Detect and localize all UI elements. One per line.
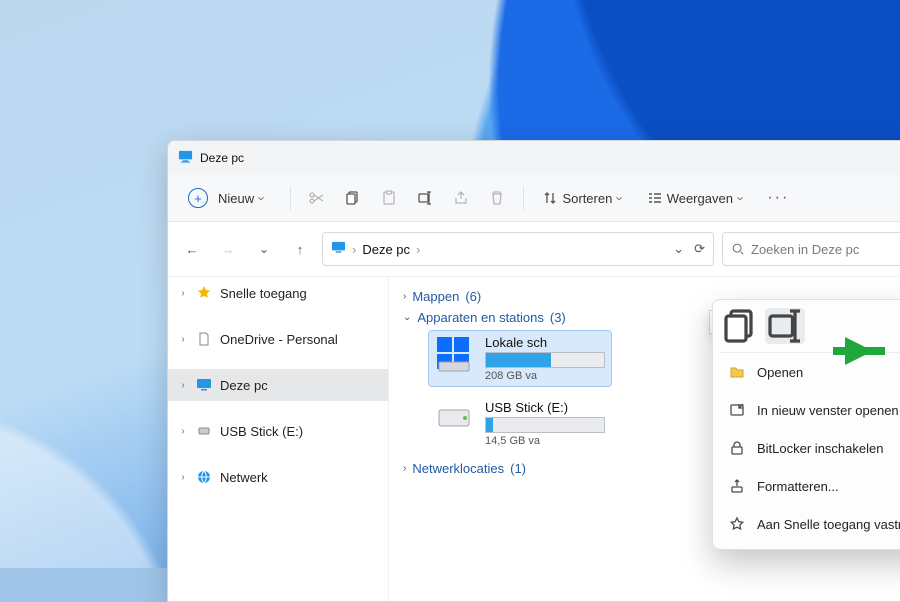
search-input[interactable]: Zoeken in Deze pc [722, 232, 900, 266]
navigation-pane: › Snelle toegang › OneDrive - Personal ›… [168, 277, 389, 601]
sidebar-item-this-pc[interactable]: › Deze pc [168, 369, 388, 401]
sort-button[interactable]: Sorteren [534, 181, 634, 215]
view-label: Weergaven [667, 191, 744, 206]
cut-button[interactable] [301, 181, 333, 215]
rename-icon [765, 306, 805, 346]
usb-drive-icon [435, 400, 473, 438]
this-pc-icon [196, 377, 212, 393]
share-button[interactable] [445, 181, 477, 215]
star-outline-icon [729, 516, 745, 532]
plus-circle-icon: + [188, 188, 208, 208]
sort-icon [542, 190, 558, 206]
command-bar: + Nieuw Sorteren Weergaven ··· [168, 175, 900, 222]
title-bar[interactable]: Deze pc [168, 141, 900, 175]
sidebar-item-usb[interactable]: › USB Stick (E:) [168, 415, 388, 447]
rename-icon [417, 190, 433, 206]
clipboard-icon [381, 190, 397, 206]
search-icon [731, 242, 745, 256]
new-label: Nieuw [218, 191, 264, 206]
drive-subtext: 208 GB va [485, 370, 605, 382]
sidebar-item-label: Deze pc [220, 378, 268, 393]
sidebar-item-label: OneDrive - Personal [220, 332, 338, 347]
chevron-right-icon: › [178, 426, 188, 437]
refresh-icon[interactable]: ⟳ [694, 241, 705, 257]
ctx-new-window[interactable]: In nieuw venster openen [719, 391, 900, 429]
search-placeholder: Zoeken in Deze pc [751, 242, 859, 257]
star-icon [196, 285, 212, 301]
address-bar-row: ← → ⌄ ↑ › Deze pc › ⌄ ⟳ Zoeken in Deze p… [168, 222, 900, 277]
rename-button[interactable] [409, 181, 441, 215]
sidebar-item-quick-access[interactable]: › Snelle toegang [168, 277, 388, 309]
paste-button[interactable] [373, 181, 405, 215]
more-button[interactable]: ··· [759, 181, 797, 215]
chevron-right-icon: › [178, 288, 188, 299]
ctx-copy-button[interactable] [721, 308, 761, 344]
drive-c[interactable]: Lokale sch 208 GB va [429, 331, 611, 386]
new-window-icon [729, 402, 745, 418]
chevron-down-icon[interactable]: ⌄ [673, 241, 684, 257]
separator [290, 186, 291, 210]
address-bar[interactable]: › Deze pc › ⌄ ⟳ [322, 232, 714, 266]
ctx-format[interactable]: Formatteren... [719, 467, 900, 505]
explorer-body: › Snelle toegang › OneDrive - Personal ›… [168, 277, 900, 601]
sidebar-item-label: Netwerk [220, 470, 268, 485]
chevron-right-icon: › [352, 242, 356, 257]
usb-icon [196, 423, 212, 439]
annotation-arrow [815, 337, 885, 365]
ctx-rename-button[interactable] [765, 308, 805, 344]
up-button[interactable]: ↑ [286, 235, 314, 263]
this-pc-icon [178, 149, 193, 167]
breadcrumb-root[interactable]: Deze pc [362, 242, 410, 257]
folder-open-icon [729, 364, 745, 380]
copy-button[interactable] [337, 181, 369, 215]
drive-name: Lokale sch [485, 335, 605, 350]
chevron-right-icon: › [416, 242, 420, 257]
lock-icon [729, 440, 745, 456]
chevron-right-icon: › [403, 463, 406, 474]
sidebar-item-onedrive[interactable]: › OneDrive - Personal [168, 323, 388, 355]
network-icon [196, 469, 212, 485]
capacity-bar [485, 352, 605, 368]
chevron-right-icon: › [178, 472, 188, 483]
format-icon [729, 478, 745, 494]
ctx-pin[interactable]: Aan Snelle toegang vastmaken [719, 505, 900, 543]
scissors-icon [309, 190, 325, 206]
drive-name: USB Stick (E:) [485, 400, 605, 415]
explorer-window: Deze pc + Nieuw Sorteren Weergaven ··· ←… [167, 140, 900, 602]
content-pane: › Mappen (6) ⌄ Apparaten en stations (3) [389, 277, 900, 601]
ctx-bitlocker[interactable]: BitLocker inschakelen [719, 429, 900, 467]
back-button[interactable]: ← [178, 235, 206, 263]
chevron-right-icon: › [178, 380, 188, 391]
new-button[interactable]: + Nieuw [176, 181, 280, 215]
forward-button[interactable]: → [214, 235, 242, 263]
chevron-right-icon: › [178, 334, 188, 345]
window-title: Deze pc [200, 151, 244, 165]
view-button[interactable]: Weergaven [639, 181, 756, 215]
view-icon [647, 190, 663, 206]
sort-label: Sorteren [562, 191, 622, 206]
copy-icon [721, 306, 761, 346]
this-pc-icon [331, 240, 346, 258]
sidebar-item-label: Snelle toegang [220, 286, 307, 301]
chevron-right-icon: › [403, 291, 406, 302]
drive-usb[interactable]: USB Stick (E:) 14,5 GB va [429, 396, 611, 451]
sidebar-item-label: USB Stick (E:) [220, 424, 303, 439]
copy-icon [345, 190, 361, 206]
delete-button[interactable] [481, 181, 513, 215]
drive-icon [435, 335, 473, 373]
document-icon [196, 331, 212, 347]
trash-icon [489, 190, 505, 206]
chevron-down-icon: ⌄ [403, 312, 411, 323]
capacity-bar [485, 417, 605, 433]
share-icon [453, 190, 469, 206]
recent-button chev[interactable]: ⌄ [250, 235, 278, 263]
separator [523, 186, 524, 210]
sidebar-item-network[interactable]: › Netwerk [168, 461, 388, 493]
drive-subtext: 14,5 GB va [485, 435, 605, 447]
